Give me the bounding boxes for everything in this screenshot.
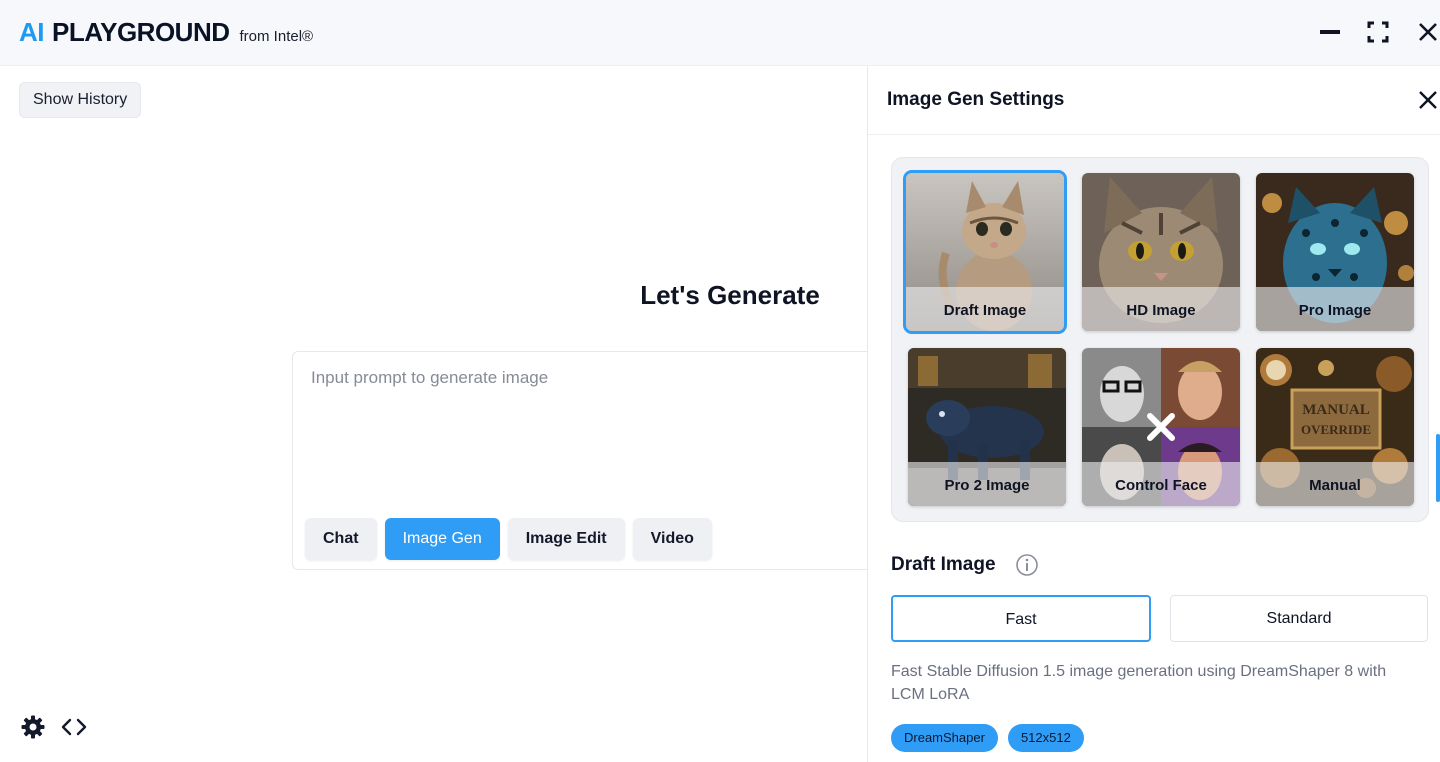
panel-title: Image Gen Settings (887, 89, 1065, 110)
tab-chat[interactable]: Chat (305, 518, 377, 560)
bottom-toolbar (20, 714, 88, 740)
preset-manual[interactable]: MANUAL OVERRIDE Manual (1256, 348, 1414, 506)
preset-label: Pro Image (1256, 287, 1414, 331)
preset-description: Fast Stable Diffusion 1.5 image generati… (891, 663, 1387, 703)
tag-badge: 512x512 (1007, 724, 1084, 752)
info-icon[interactable] (1015, 553, 1039, 577)
brand-ai-text: AI (19, 17, 45, 47)
brand-subtitle: from Intel® (239, 28, 314, 45)
svg-text:MANUAL: MANUAL (1302, 402, 1370, 418)
speed-fast-button[interactable]: Fast (891, 595, 1151, 642)
close-window-icon[interactable] (1414, 18, 1440, 46)
show-history-button[interactable]: Show History (19, 82, 142, 118)
preset-control-face[interactable]: Control Face (1082, 348, 1240, 506)
title-bar: AI PLAYGROUND from Intel® (0, 0, 1440, 66)
preset-draft-image[interactable]: Draft Image (903, 170, 1067, 334)
svg-text:OVERRIDE: OVERRIDE (1301, 422, 1371, 437)
tab-video[interactable]: Video (632, 518, 712, 560)
brand-name-text: PLAYGROUND (52, 17, 230, 47)
preset-label: Pro 2 Image (908, 462, 1066, 506)
preset-label: Draft Image (906, 287, 1064, 331)
preset-pro-image[interactable]: Pro Image (1256, 173, 1414, 331)
minimize-icon[interactable] (1316, 18, 1344, 46)
tab-image-gen[interactable]: Image Gen (384, 518, 500, 560)
preset-label: Control Face (1082, 462, 1240, 506)
preset-tags: DreamShaper 512x512 (891, 724, 1084, 752)
preset-label: HD Image (1082, 287, 1240, 331)
maximize-icon[interactable] (1364, 18, 1392, 46)
image-gen-settings-panel: Image Gen Settings Draft Image HD Image … (867, 66, 1440, 762)
mode-tabs: Chat Image Gen Image Edit Video (305, 518, 712, 560)
code-icon[interactable] (60, 714, 88, 740)
preset-pro2-image[interactable]: Pro 2 Image (908, 348, 1066, 506)
speed-standard-button[interactable]: Standard (1170, 595, 1428, 642)
prompt-input[interactable] (311, 368, 851, 508)
page-headline: Let's Generate (640, 280, 820, 310)
selected-preset-title: Draft Image (891, 554, 996, 575)
app-logo: AI PLAYGROUND from Intel® (19, 17, 313, 48)
panel-header: Image Gen Settings (868, 66, 1440, 135)
preset-grid: Draft Image HD Image Pro Image Pro 2 Ima… (891, 157, 1429, 522)
preset-label: Manual (1256, 462, 1414, 506)
scrollbar-thumb[interactable] (1436, 434, 1440, 502)
preset-hd-image[interactable]: HD Image (1082, 173, 1240, 331)
tag-badge: DreamShaper (891, 724, 998, 752)
gear-icon[interactable] (20, 714, 46, 740)
close-panel-icon[interactable] (1416, 88, 1440, 112)
tab-image-edit[interactable]: Image Edit (507, 518, 625, 560)
prompt-container: Chat Image Gen Image Edit Video (292, 351, 872, 570)
